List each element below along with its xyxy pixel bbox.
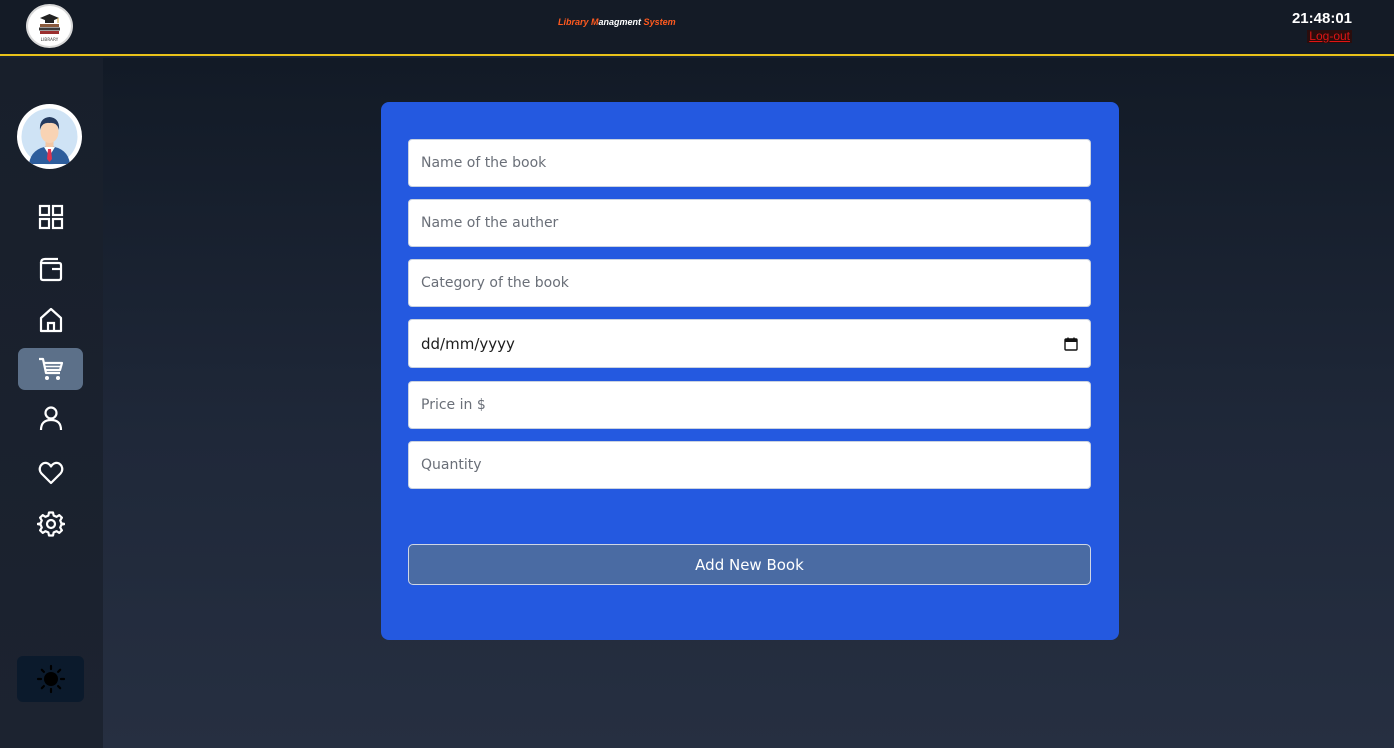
app-title: Library Managment System (558, 17, 676, 27)
avatar[interactable] (17, 104, 82, 169)
library-logo[interactable]: LIBRARY (26, 4, 73, 48)
sidebar-item-profile[interactable] (18, 397, 83, 439)
publish-date-input[interactable]: dd/mm/yyyy (408, 319, 1091, 368)
sidebar (0, 58, 103, 748)
top-header: LIBRARY Library Managment System 21:48:0… (0, 0, 1394, 56)
sidebar-item-wallet[interactable] (18, 248, 83, 290)
theme-toggle-button[interactable] (17, 656, 84, 702)
logout-link[interactable]: Log-out (1307, 30, 1352, 43)
sidebar-item-cart[interactable] (18, 348, 83, 390)
sidebar-item-settings[interactable] (18, 503, 83, 545)
user-icon (39, 406, 62, 431)
price-input[interactable] (408, 381, 1091, 429)
add-book-form: dd/mm/yyyy Add New Book (381, 102, 1119, 640)
add-new-book-button[interactable]: Add New Book (408, 544, 1091, 585)
heart-icon (38, 461, 63, 485)
gear-icon (36, 511, 65, 537)
clock: 21:48:01 (1291, 10, 1352, 27)
wallet-icon (39, 257, 62, 282)
logo-caption: LIBRARY (40, 37, 59, 42)
sidebar-item-favorites[interactable] (18, 452, 83, 494)
user-avatar-icon (17, 104, 82, 169)
date-placeholder: dd/mm/yyyy (421, 334, 515, 353)
author-name-input[interactable] (408, 199, 1091, 247)
sun-icon (36, 664, 65, 694)
quantity-input[interactable] (408, 441, 1091, 489)
home-icon (39, 307, 62, 333)
sidebar-item-home[interactable] (18, 299, 83, 341)
cart-icon (38, 357, 63, 380)
sidebar-item-dashboard[interactable] (18, 196, 83, 238)
dashboard-grid-icon (38, 204, 63, 230)
category-input[interactable] (408, 259, 1091, 307)
calendar-icon[interactable] (1064, 337, 1078, 351)
main-content: dd/mm/yyyy Add New Book (103, 58, 1394, 748)
book-name-input[interactable] (408, 139, 1091, 187)
